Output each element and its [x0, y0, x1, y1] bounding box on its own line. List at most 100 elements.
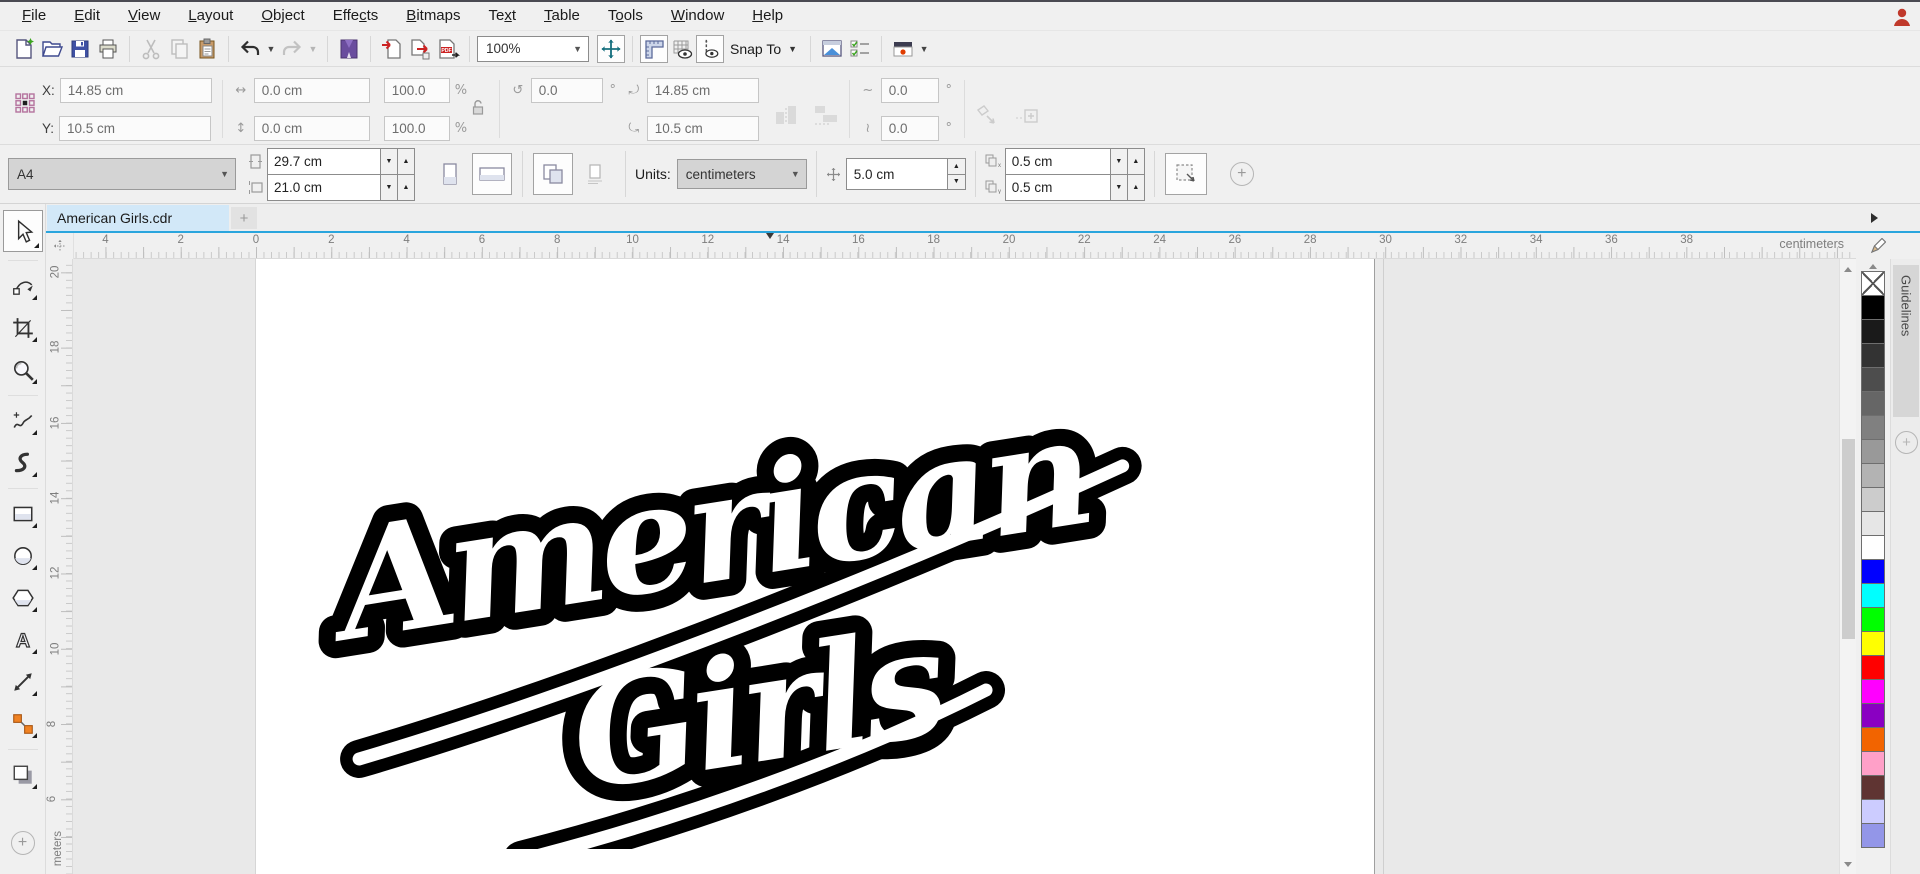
crop-tool[interactable] [6, 311, 40, 345]
docker-expand-icon[interactable] [1871, 213, 1878, 223]
relative-to-object-icon[interactable] [1015, 104, 1041, 126]
palette-swatch-blue[interactable] [1861, 559, 1885, 584]
menu-bitmaps[interactable]: Bitmaps [392, 2, 474, 30]
duplicate-x-increment[interactable]: ▲ [1126, 148, 1144, 174]
artistic-media-tool[interactable] [6, 446, 40, 480]
palette-swatch-gray-10[interactable] [1861, 511, 1885, 536]
palette-swatch-white[interactable] [1861, 535, 1885, 560]
search-content-button[interactable] [335, 35, 363, 63]
page-height-field[interactable]: 21.0 cm [268, 180, 380, 195]
scale-y-field[interactable]: 100.0 [383, 116, 450, 141]
portrait-orientation-button[interactable] [430, 153, 470, 195]
freehand-tool[interactable] [6, 404, 40, 438]
palette-swatch-lavender[interactable] [1861, 799, 1885, 824]
zoom-tool[interactable] [6, 353, 40, 387]
palette-swatch-cyan[interactable] [1861, 583, 1885, 608]
duplicate-x-decrement[interactable]: ▼ [1109, 148, 1127, 174]
zoom-level-combobox[interactable]: 100% ▼ [477, 35, 589, 62]
menu-tools[interactable]: Tools [594, 2, 657, 30]
scale-x-field[interactable]: 100.0 [383, 78, 450, 103]
new-document-button[interactable] [10, 35, 38, 63]
horizontal-ruler[interactable]: centimeters 4 2 0 2 4 6 8 10 12 14 16 18 20 22 24 26 28 3… [74, 233, 1856, 259]
shape-tool[interactable] [6, 269, 40, 303]
palette-swatch-black[interactable] [1861, 295, 1885, 320]
page-size-preset-combobox[interactable]: A4 ▼ [8, 158, 236, 190]
docker-tab-guidelines[interactable]: Guidelines [1893, 265, 1919, 417]
palette-swatch-gray-90[interactable] [1861, 319, 1885, 344]
mirror-horizontal-icon[interactable] [775, 104, 799, 126]
mirror-vertical-icon[interactable] [813, 104, 839, 126]
scroll-up-button[interactable] [1840, 261, 1856, 277]
palette-swatch-orange[interactable] [1861, 727, 1885, 752]
menu-view[interactable]: View [114, 2, 174, 30]
object-height-field[interactable]: 0.0 cm [253, 116, 370, 141]
current-page-size-button[interactable] [575, 153, 615, 195]
rotation-center-x-field[interactable]: 14.85 cm [646, 78, 759, 103]
text-tool[interactable]: A [6, 623, 40, 657]
pan-button[interactable] [597, 34, 625, 63]
skew-horizontal-field[interactable]: 0.0 [880, 78, 939, 103]
add-tools-button[interactable]: + [6, 826, 40, 860]
document-tab[interactable]: American Girls.cdr [47, 205, 229, 231]
menu-file[interactable]: File [8, 2, 60, 30]
show-grid-toggle[interactable] [668, 35, 696, 63]
polygon-tool[interactable] [6, 581, 40, 615]
edit-ruler-icon[interactable] [1870, 238, 1886, 254]
nudge-decrement[interactable]: ▼ [947, 174, 965, 189]
export-button[interactable] [406, 35, 434, 63]
page-width-decrement[interactable]: ▼ [380, 148, 397, 174]
scroll-down-button[interactable] [1840, 856, 1856, 872]
rectangle-tool[interactable] [6, 497, 40, 531]
undo-button[interactable] [236, 35, 264, 63]
show-guidelines-toggle[interactable] [696, 34, 724, 63]
palette-swatch-gray-20[interactable] [1861, 487, 1885, 512]
palette-swatch-purple[interactable] [1861, 703, 1885, 728]
page-width-field[interactable]: 29.7 cm [268, 154, 380, 169]
menu-edit[interactable]: Edit [60, 2, 114, 30]
new-document-tab-button[interactable]: + [231, 207, 257, 229]
page-height-increment[interactable]: ▲ [397, 174, 414, 200]
palette-swatch-no-color[interactable] [1861, 271, 1885, 296]
menu-layout[interactable]: Layout [174, 2, 247, 30]
american-girls-logo[interactable]: American Girls American Girls [271, 379, 1191, 849]
account-avatar-icon[interactable] [1890, 5, 1914, 29]
treat-as-filled-toggle[interactable] [1164, 153, 1207, 195]
redo-dropdown[interactable]: ▼ [306, 35, 320, 63]
add-docker-button[interactable]: + [1895, 431, 1918, 454]
menu-window[interactable]: Window [657, 2, 738, 30]
undo-dropdown[interactable]: ▼ [264, 35, 278, 63]
rotation-angle-field[interactable]: 0.0 [530, 78, 603, 103]
application-launcher-button[interactable] [889, 35, 917, 63]
palette-swatch-gray-70[interactable] [1861, 367, 1885, 392]
palette-swatch-gray-50[interactable] [1861, 415, 1885, 440]
x-position-field[interactable]: 14.85 cm [59, 78, 212, 103]
duplicate-y-field[interactable]: 0.5 cm [1006, 180, 1110, 195]
duplicate-y-decrement[interactable]: ▼ [1109, 174, 1127, 200]
palette-swatch-pink[interactable] [1861, 751, 1885, 776]
page-height-decrement[interactable]: ▼ [380, 174, 397, 200]
ellipse-tool[interactable] [6, 539, 40, 573]
vertical-ruler[interactable]: meters 20 18 16 14 12 10 8 6 [46, 259, 73, 874]
palette-swatch-gray-80[interactable] [1861, 343, 1885, 368]
connector-tool[interactable] [6, 707, 40, 741]
cut-button[interactable] [137, 35, 165, 63]
duplicate-x-field[interactable]: 0.5 cm [1006, 154, 1110, 169]
palette-swatch-gray-40[interactable] [1861, 439, 1885, 464]
palette-swatch-brown[interactable] [1861, 775, 1885, 800]
lock-ratio-toggle[interactable] [471, 78, 485, 116]
vertical-scrollbar[interactable] [1839, 259, 1856, 874]
redo-button[interactable] [278, 35, 306, 63]
checklist-button[interactable] [846, 35, 874, 63]
palette-swatch-gray-30[interactable] [1861, 463, 1885, 488]
copy-button[interactable] [165, 35, 193, 63]
menu-effects[interactable]: Effects [319, 2, 393, 30]
dimension-tool[interactable] [6, 665, 40, 699]
palette-swatch-yellow[interactable] [1861, 631, 1885, 656]
units-combobox[interactable]: centimeters ▼ [676, 159, 807, 189]
open-document-button[interactable] [38, 35, 66, 63]
y-position-field[interactable]: 10.5 cm [59, 116, 212, 141]
paste-button[interactable] [193, 35, 221, 63]
nudge-increment[interactable]: ▲ [947, 159, 965, 175]
scrollbar-thumb[interactable] [1842, 439, 1855, 639]
nudge-distance-field[interactable]: 5.0 cm [847, 159, 947, 189]
